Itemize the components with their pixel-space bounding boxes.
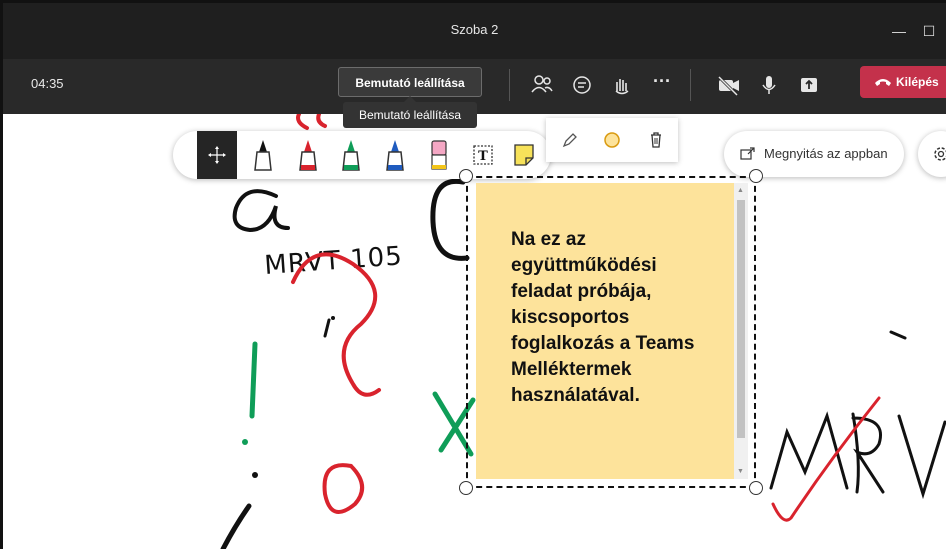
delete-icon[interactable]: [646, 130, 666, 150]
pen-black-icon: [254, 140, 272, 171]
ink-green-dot: [242, 439, 248, 445]
pen-green-button[interactable]: [331, 131, 371, 179]
pen-blue-button[interactable]: [375, 131, 415, 179]
ink-letter-a: [232, 189, 290, 233]
participants-icon[interactable]: [526, 69, 558, 101]
ink-letter-c: [430, 178, 470, 261]
more-icon[interactable]: ···: [646, 69, 678, 101]
microphone-icon[interactable]: [753, 69, 785, 101]
sticky-note-icon: [514, 144, 534, 166]
gear-icon: [934, 147, 946, 161]
share-icon[interactable]: [793, 69, 825, 101]
resize-handle-bottom-left[interactable]: [459, 481, 473, 495]
title-bar: Szoba 2 — ☐: [3, 3, 946, 59]
ink-red-stroke: [296, 114, 327, 130]
pen-red-button[interactable]: [288, 131, 328, 179]
inking-toolbar: T: [173, 131, 551, 179]
highlighter-button[interactable]: [419, 131, 459, 179]
selection-box: [466, 176, 756, 488]
minimize-icon[interactable]: —: [887, 19, 911, 43]
ink-red-circle: [322, 463, 364, 514]
meeting-timer: 04:35: [31, 76, 64, 91]
pen-black-button[interactable]: [243, 131, 283, 179]
move-tool-button[interactable]: [197, 131, 237, 179]
phone-hangup-icon: [875, 79, 891, 86]
ink-black-dot: [252, 472, 258, 478]
edit-pencil-icon[interactable]: [560, 130, 580, 150]
object-toolbar: [546, 118, 678, 162]
open-external-icon: [740, 147, 755, 160]
window-title: Szoba 2: [450, 22, 499, 37]
open-in-app-label: Megnyitás az appban: [764, 146, 888, 161]
camera-off-icon[interactable]: [713, 69, 745, 101]
ink-black-mark: [323, 318, 331, 338]
maximize-icon[interactable]: ☐: [917, 19, 941, 43]
ink-dot: [331, 316, 335, 320]
divider: [509, 69, 510, 101]
resize-handle-bottom-right[interactable]: [749, 481, 763, 495]
chat-icon[interactable]: [566, 69, 598, 101]
leave-label: Kilépés: [896, 75, 939, 89]
resize-handle-top-left[interactable]: [459, 169, 473, 183]
raise-hand-icon[interactable]: [606, 69, 638, 101]
ink-handwriting-mrvt: MRVT 105: [263, 241, 403, 281]
pen-green-icon: [342, 140, 360, 171]
tooltip: Bemutató leállítása: [343, 102, 477, 128]
color-picker-icon[interactable]: [602, 130, 622, 150]
svg-text:T: T: [478, 149, 488, 164]
leave-button[interactable]: Kilépés: [860, 66, 946, 98]
ink-black-curve: [220, 503, 252, 549]
ink-black-dash: [889, 330, 907, 340]
divider: [690, 69, 691, 101]
pen-blue-icon: [386, 140, 404, 171]
stop-presenting-button[interactable]: Bemutató leállítása: [338, 67, 482, 97]
move-icon: [208, 146, 226, 164]
sticky-note-button[interactable]: [504, 131, 544, 179]
highlighter-icon: [431, 140, 447, 170]
pen-red-icon: [299, 140, 317, 171]
resize-handle-top-right[interactable]: [749, 169, 763, 183]
ink-green-exclamation: [249, 341, 258, 419]
ink-handwriting-v: [897, 414, 946, 500]
